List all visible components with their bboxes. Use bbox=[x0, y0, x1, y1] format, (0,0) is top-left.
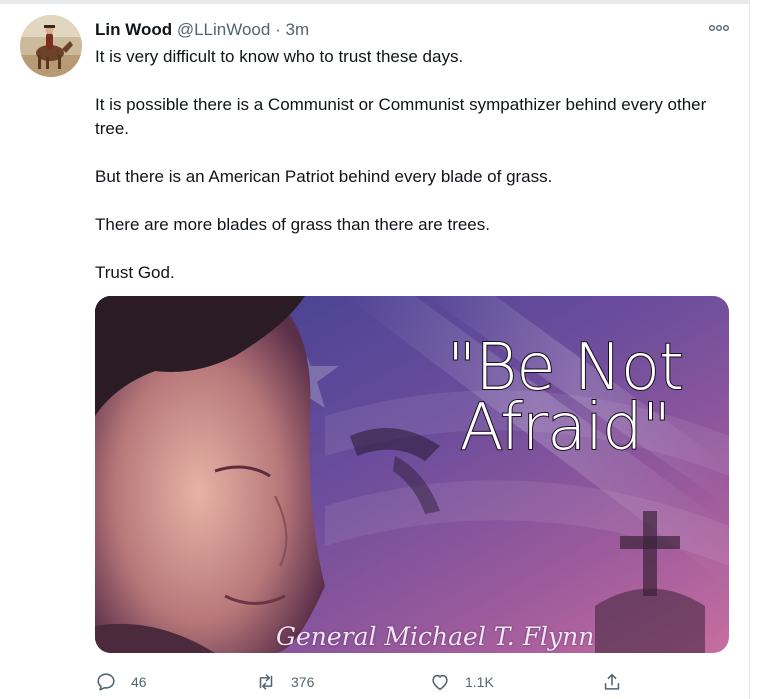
more-options-icon[interactable] bbox=[708, 20, 730, 36]
like-count: 1.1K bbox=[465, 674, 494, 690]
retweet-count: 376 bbox=[291, 674, 315, 690]
tweet-timestamp[interactable]: 3m bbox=[285, 20, 309, 39]
tweet-paragraph: It is possible there is a Communist or C… bbox=[95, 95, 707, 138]
media-signature: General Michael T. Flynn bbox=[276, 622, 595, 651]
media-quote-line: "Be Not bbox=[446, 331, 685, 405]
tweet-header: Lin Wood @LLinWood · 3m bbox=[95, 19, 309, 41]
author-name[interactable]: Lin Wood bbox=[95, 20, 172, 39]
tweet-paragraph: There are more blades of grass than ther… bbox=[95, 215, 490, 234]
avatar[interactable] bbox=[20, 15, 82, 77]
share-button[interactable] bbox=[601, 667, 637, 697]
tweet-text: It is very difficult to know who to trus… bbox=[95, 45, 735, 309]
media-quote-line: Afraid" bbox=[459, 391, 672, 465]
media-quote-text: "Be Not Afraid" bbox=[420, 331, 710, 465]
author-handle[interactable]: @LLinWood bbox=[177, 20, 271, 39]
tweet-paragraph: But there is an American Patriot behind … bbox=[95, 167, 553, 186]
retweet-icon bbox=[259, 674, 273, 690]
top-divider bbox=[0, 0, 750, 4]
heart-icon bbox=[432, 674, 448, 691]
retweet-button[interactable]: 376 bbox=[255, 667, 314, 697]
reply-button[interactable]: 46 bbox=[95, 667, 147, 697]
tweet-paragraph: Trust God. bbox=[95, 263, 175, 282]
reply-count: 46 bbox=[131, 674, 147, 690]
right-divider bbox=[749, 0, 750, 699]
reply-bubble-icon bbox=[97, 673, 115, 691]
like-button[interactable]: 1.1K bbox=[429, 667, 494, 697]
tweet-paragraph: It is very difficult to know who to trus… bbox=[95, 47, 464, 66]
header-separator: · bbox=[275, 20, 281, 39]
share-icon bbox=[604, 673, 620, 690]
tweet-actions: 46 376 1.1K bbox=[95, 667, 735, 697]
